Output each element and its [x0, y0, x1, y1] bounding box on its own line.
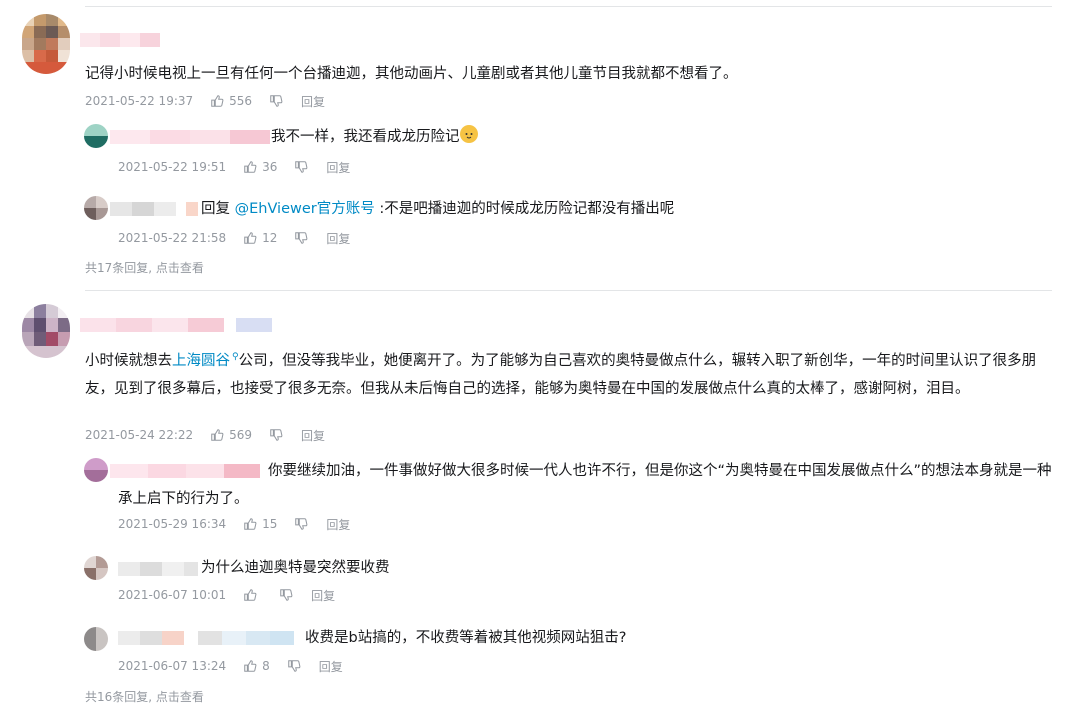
reply-meta: 2021-06-07 10:01 回复	[118, 586, 335, 604]
view-more-replies[interactable]: 共16条回复, 点击查看	[85, 688, 204, 705]
dislike-button[interactable]	[269, 428, 283, 442]
reply-button[interactable]: 回复	[326, 516, 350, 533]
reply-username-pixelated[interactable]	[110, 202, 198, 216]
thumbs-down-icon	[270, 95, 283, 107]
thumbs-down-icon	[270, 429, 283, 441]
comment-time: 2021-05-24 22:22	[85, 428, 194, 442]
reply-avatar[interactable]	[84, 458, 108, 482]
reply-button[interactable]: 回复	[326, 159, 350, 176]
thumbs-down-icon	[288, 660, 301, 672]
reply-avatar[interactable]	[84, 556, 108, 580]
reply-meta: 2021-05-29 16:34 15 回复	[118, 515, 350, 533]
reply-content: :不是吧播迪迦的时候成龙历险记都没有播出呢	[379, 201, 675, 217]
thread-divider	[85, 290, 1052, 291]
reply-button[interactable]: 回复	[311, 587, 335, 604]
thumbs-down-icon	[295, 232, 308, 244]
reply-username-pixelated[interactable]	[118, 631, 294, 645]
like-count: 15	[262, 517, 278, 531]
mention-link[interactable]: @EhViewer官方账号	[235, 201, 375, 217]
like-button[interactable]: 36	[243, 160, 277, 174]
thumbs-up-icon	[211, 429, 224, 441]
dislike-button[interactable]	[279, 588, 293, 602]
thumbs-down-icon	[280, 589, 293, 601]
like-count: 569	[229, 428, 253, 442]
thumbs-up-icon	[244, 518, 257, 530]
reply-button[interactable]: 回复	[301, 427, 325, 444]
reply-username-pixelated[interactable]	[118, 562, 198, 576]
comment-text: 记得小时候电视上一旦有任何一个台播迪迦，其他动画片、儿童剧或者其他儿童节目我就都…	[85, 66, 738, 82]
dislike-button[interactable]	[269, 94, 283, 108]
location-link[interactable]: 上海圆谷 ⚲	[172, 352, 239, 369]
thumbs-down-icon	[295, 161, 308, 173]
reply-button[interactable]: 回复	[319, 658, 343, 675]
like-button[interactable]: 12	[243, 231, 277, 245]
comment-meta: 2021-05-22 19:37 556 回复	[85, 92, 325, 110]
avatar[interactable]	[22, 14, 70, 74]
thumbs-up-icon	[211, 95, 224, 107]
reply-time: 2021-05-29 16:34	[118, 517, 227, 531]
reply-username-pixelated[interactable]	[110, 130, 270, 144]
username-pixelated[interactable]	[80, 33, 160, 47]
reply-text: 我不一样，我还看成龙历险记	[271, 123, 478, 151]
reply-time: 2021-05-22 21:58	[118, 231, 227, 245]
reply-button[interactable]: 回复	[301, 93, 325, 110]
reply-text: 你要继续加油，一件事做好做大很多时候一代人也许不行，但是你这个“为奥特曼在中国发…	[118, 463, 1052, 507]
dislike-button[interactable]	[294, 231, 308, 245]
reply-text: 为什么迪迦奥特曼突然要收费	[201, 560, 390, 576]
like-button[interactable]: 569	[210, 428, 252, 442]
thumbs-up-icon	[244, 161, 257, 173]
like-count: 8	[262, 659, 270, 673]
reply-prefix: 回复	[201, 201, 230, 217]
location-icon: ⚲	[232, 352, 239, 362]
cat-face-emoji	[459, 125, 478, 143]
thumbs-up-icon	[244, 232, 257, 244]
reply-time: 2021-05-22 19:51	[118, 160, 227, 174]
dislike-button[interactable]	[287, 659, 301, 673]
thumbs-up-icon	[244, 660, 257, 672]
comment-text: 小时候就想去上海圆谷 ⚲公司，但没等我毕业，她便离开了。为了能够为自己喜欢的奥特曼…	[85, 343, 1057, 403]
reply-avatar[interactable]	[84, 196, 108, 220]
reply-meta: 2021-05-22 21:58 12 回复	[118, 229, 350, 247]
reply-meta: 2021-05-22 19:51 36 回复	[118, 158, 350, 176]
reply-text: 收费是b站搞的，不收费等着被其他视频网站狙击?	[305, 630, 627, 646]
comment-text-part: 小时候就想去	[85, 353, 172, 369]
reply-time: 2021-06-07 13:24	[118, 659, 227, 673]
view-more-replies[interactable]: 共17条回复, 点击查看	[85, 259, 204, 276]
username-pixelated[interactable]	[80, 318, 272, 332]
like-button[interactable]: 8	[243, 659, 270, 673]
thumbs-up-icon	[244, 589, 257, 601]
dislike-button[interactable]	[294, 160, 308, 174]
like-button[interactable]: 15	[243, 517, 277, 531]
reply-text: 回复 @EhViewer官方账号 :不是吧播迪迦的时候成龙历险记都没有播出呢	[201, 195, 674, 223]
reply-meta: 2021-06-07 13:24 8 回复	[118, 657, 343, 675]
comment-time: 2021-05-22 19:37	[85, 94, 194, 108]
like-count: 12	[262, 231, 278, 245]
reply-button[interactable]: 回复	[326, 230, 350, 247]
reply-time: 2021-06-07 10:01	[118, 588, 227, 602]
dislike-button[interactable]	[294, 517, 308, 531]
like-button[interactable]: 556	[210, 94, 252, 108]
reply-content: 我不一样，我还看成龙历险记	[271, 129, 460, 145]
like-button[interactable]	[243, 588, 262, 602]
comment-meta: 2021-05-24 22:22 569 回复	[85, 426, 325, 444]
reply-avatar[interactable]	[84, 627, 108, 651]
top-divider	[85, 6, 1052, 7]
like-count: 36	[262, 160, 278, 174]
thumbs-down-icon	[295, 518, 308, 530]
reply-avatar[interactable]	[84, 124, 108, 148]
avatar[interactable]	[22, 304, 70, 358]
like-count: 556	[229, 94, 253, 108]
